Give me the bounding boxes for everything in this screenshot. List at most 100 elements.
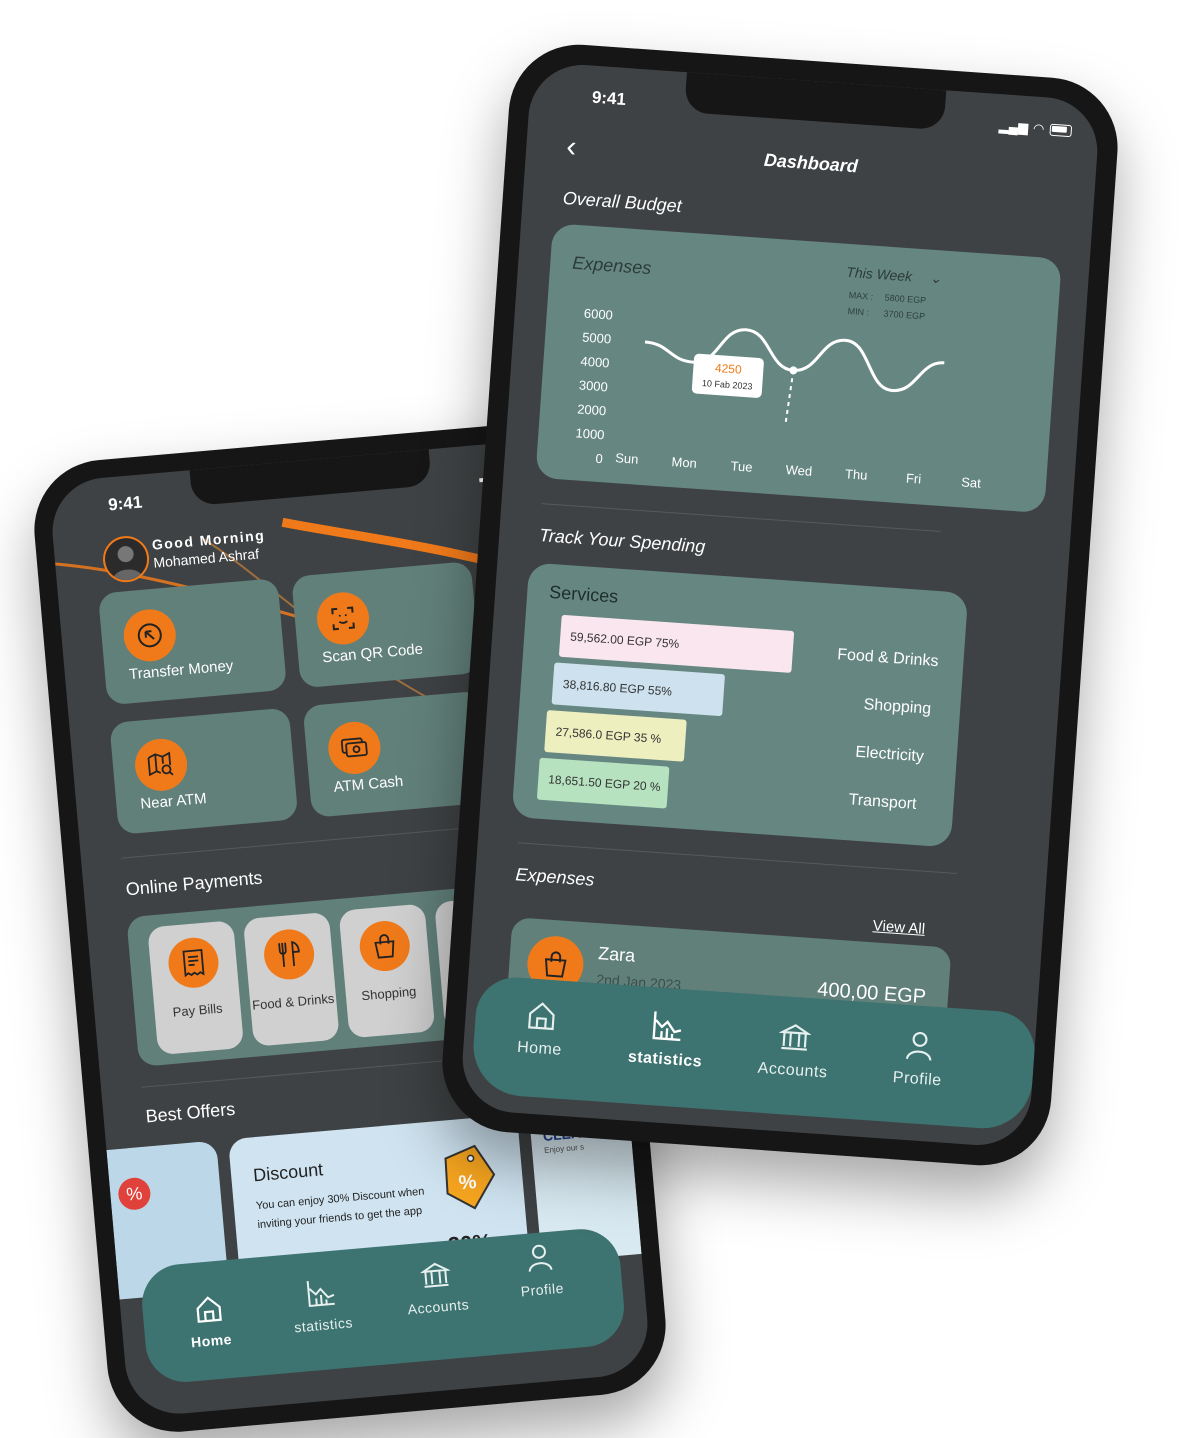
shopping-bag-icon bbox=[357, 918, 412, 974]
service-name: Shopping bbox=[863, 696, 932, 718]
fork-knife-icon bbox=[262, 927, 317, 982]
tab-accounts-label: Accounts bbox=[757, 1059, 828, 1082]
service-percent: 35 % bbox=[633, 730, 662, 747]
tab-statistics-label: statistics bbox=[293, 1314, 354, 1336]
x-tick-label: Tue bbox=[730, 458, 753, 474]
scan-qr-label: Scan QR Code bbox=[321, 640, 424, 667]
scan-qr-tile[interactable]: Scan QR Code bbox=[291, 561, 481, 689]
service-bar[interactable]: 27,586.0 EGP 35 % bbox=[544, 710, 687, 762]
pay-bills-label: Pay Bills bbox=[172, 1000, 224, 1020]
receipt-icon bbox=[166, 935, 221, 990]
tab-home-label: Home bbox=[516, 1038, 563, 1059]
tab-accounts[interactable]: Accounts bbox=[742, 1018, 846, 1084]
tab-accounts[interactable]: Accounts bbox=[389, 1256, 483, 1319]
battery-icon bbox=[1048, 123, 1072, 138]
tab-home[interactable]: Home bbox=[499, 997, 583, 1061]
shopping-label: Shopping bbox=[360, 983, 417, 1004]
highlight-dashed-line bbox=[784, 370, 795, 423]
shopping-card[interactable]: Shopping bbox=[338, 903, 436, 1039]
tab-profile-label: Profile bbox=[520, 1279, 565, 1300]
expense-merchant: Zara bbox=[597, 943, 636, 966]
status-icons: ▂▄▆ ◠ bbox=[998, 118, 1072, 139]
discount-text: You can enjoy 30% Discount when inviting… bbox=[255, 1185, 425, 1232]
notch bbox=[684, 72, 947, 131]
service-bar[interactable]: 38,816.80 EGP 55% bbox=[551, 662, 726, 717]
discount-tag-icon: % bbox=[444, 1144, 496, 1210]
status-time: 9:41 bbox=[591, 87, 627, 109]
tab-statistics[interactable]: statistics bbox=[614, 1007, 718, 1073]
near-atm-tile[interactable]: Near ATM bbox=[109, 707, 299, 835]
budget-chart-panel: Expenses This Week ⌄ MAX : 5800 EGP MIN … bbox=[535, 223, 1062, 514]
x-tick-label: Thu bbox=[845, 466, 868, 483]
y-tick-label: 3000 bbox=[578, 377, 608, 394]
expenses-series-line bbox=[644, 328, 945, 393]
service-name: Food & Drinks bbox=[836, 646, 940, 671]
service-amount: 27,586.0 EGP bbox=[555, 724, 635, 745]
signal-icon: ▂▄▆ bbox=[998, 118, 1029, 136]
services-title: Services bbox=[548, 581, 619, 607]
atm-cash-label: ATM Cash bbox=[332, 772, 404, 796]
statistics-icon bbox=[306, 1280, 335, 1308]
status-time: 9:41 bbox=[107, 492, 143, 515]
best-offers-title: Best Offers bbox=[144, 1098, 236, 1127]
x-tick-label: Sat bbox=[961, 474, 982, 490]
expenses-title: Expenses bbox=[514, 864, 596, 890]
tab-home[interactable]: Home bbox=[168, 1290, 252, 1352]
chart-tooltip: 425010 Fab 2023 bbox=[691, 353, 764, 398]
transfer-arrow-icon bbox=[121, 607, 178, 664]
bank-icon bbox=[778, 1024, 812, 1051]
food-drinks-label: Food & Drinks bbox=[251, 990, 335, 1013]
divider bbox=[541, 503, 941, 533]
service-amount: 59,562.00 EGP bbox=[569, 629, 656, 650]
profile-icon bbox=[905, 1031, 932, 1061]
tab-statistics[interactable]: statistics bbox=[275, 1274, 369, 1337]
view-all-link[interactable]: View All bbox=[872, 917, 925, 938]
pay-bills-card[interactable]: Pay Bills bbox=[147, 920, 245, 1056]
y-tick-label: 1000 bbox=[575, 425, 605, 442]
map-search-icon bbox=[132, 736, 190, 794]
wifi-icon: ◠ bbox=[1032, 120, 1045, 137]
percent-badge-icon: % bbox=[117, 1176, 152, 1212]
page-title: Dashboard bbox=[763, 149, 859, 177]
face-scan-icon bbox=[314, 590, 372, 647]
service-percent: 20 % bbox=[632, 778, 662, 795]
y-tick-label: 5000 bbox=[582, 330, 612, 347]
tab-profile-label: Profile bbox=[892, 1069, 943, 1090]
service-percent: 75% bbox=[654, 635, 680, 652]
budget-line-chart: 6000 5000 4000 3000 2000 1000 0 Sun Mon Tue Wed Thu… bbox=[575, 306, 982, 491]
statistics-icon bbox=[652, 1011, 682, 1042]
home-icon bbox=[196, 1296, 222, 1323]
cash-icon bbox=[326, 719, 383, 777]
food-drinks-card[interactable]: Food & Drinks bbox=[242, 911, 340, 1047]
y-tick-label: 4000 bbox=[580, 354, 610, 371]
dashboard-tab-bar: Home statistics Accounts Profile bbox=[470, 974, 1038, 1132]
service-name: Transport bbox=[848, 791, 918, 813]
dashboard-phone: 9:41 ▂▄▆ ◠ ‹ Dashboard Overall Budget Ex… bbox=[437, 40, 1123, 1170]
x-tick-label: Sun bbox=[615, 450, 639, 467]
bank-icon bbox=[419, 1262, 451, 1288]
services-panel: Services 59,562.00 EGP 75% Food & Drinks 3… bbox=[511, 562, 969, 848]
y-tick-label: 2000 bbox=[577, 401, 607, 418]
transfer-money-tile[interactable]: Transfer Money bbox=[97, 578, 288, 706]
service-bar[interactable]: 18,651.50 EGP 20 % bbox=[536, 757, 670, 809]
overall-budget-title: Overall Budget bbox=[562, 187, 683, 217]
dashboard-screen: 9:41 ▂▄▆ ◠ ‹ Dashboard Overall Budget Ex… bbox=[459, 61, 1101, 1149]
tab-accounts-label: Accounts bbox=[407, 1296, 470, 1318]
y-tick-label: 6000 bbox=[583, 306, 613, 323]
transfer-money-label: Transfer Money bbox=[128, 657, 234, 684]
service-name: Electricity bbox=[854, 743, 925, 766]
highlight-point[interactable] bbox=[789, 366, 798, 375]
service-percent: 55% bbox=[647, 683, 673, 699]
tab-profile[interactable]: Profile bbox=[498, 1239, 582, 1301]
x-tick-label: Fri bbox=[906, 471, 922, 487]
tooltip-value: 4250 bbox=[715, 361, 743, 377]
x-tick-label: Mon bbox=[671, 454, 697, 471]
home-icon bbox=[528, 1002, 555, 1031]
avatar-person-icon bbox=[111, 546, 144, 582]
y-tick-label: 0 bbox=[595, 451, 603, 466]
x-tick-label: Wed bbox=[785, 462, 812, 479]
near-atm-label: Near ATM bbox=[139, 790, 208, 813]
clearance-subtext: Enjoy our s bbox=[543, 1142, 585, 1155]
tab-profile[interactable]: Profile bbox=[872, 1027, 966, 1092]
svg-text:%: % bbox=[458, 1171, 478, 1194]
